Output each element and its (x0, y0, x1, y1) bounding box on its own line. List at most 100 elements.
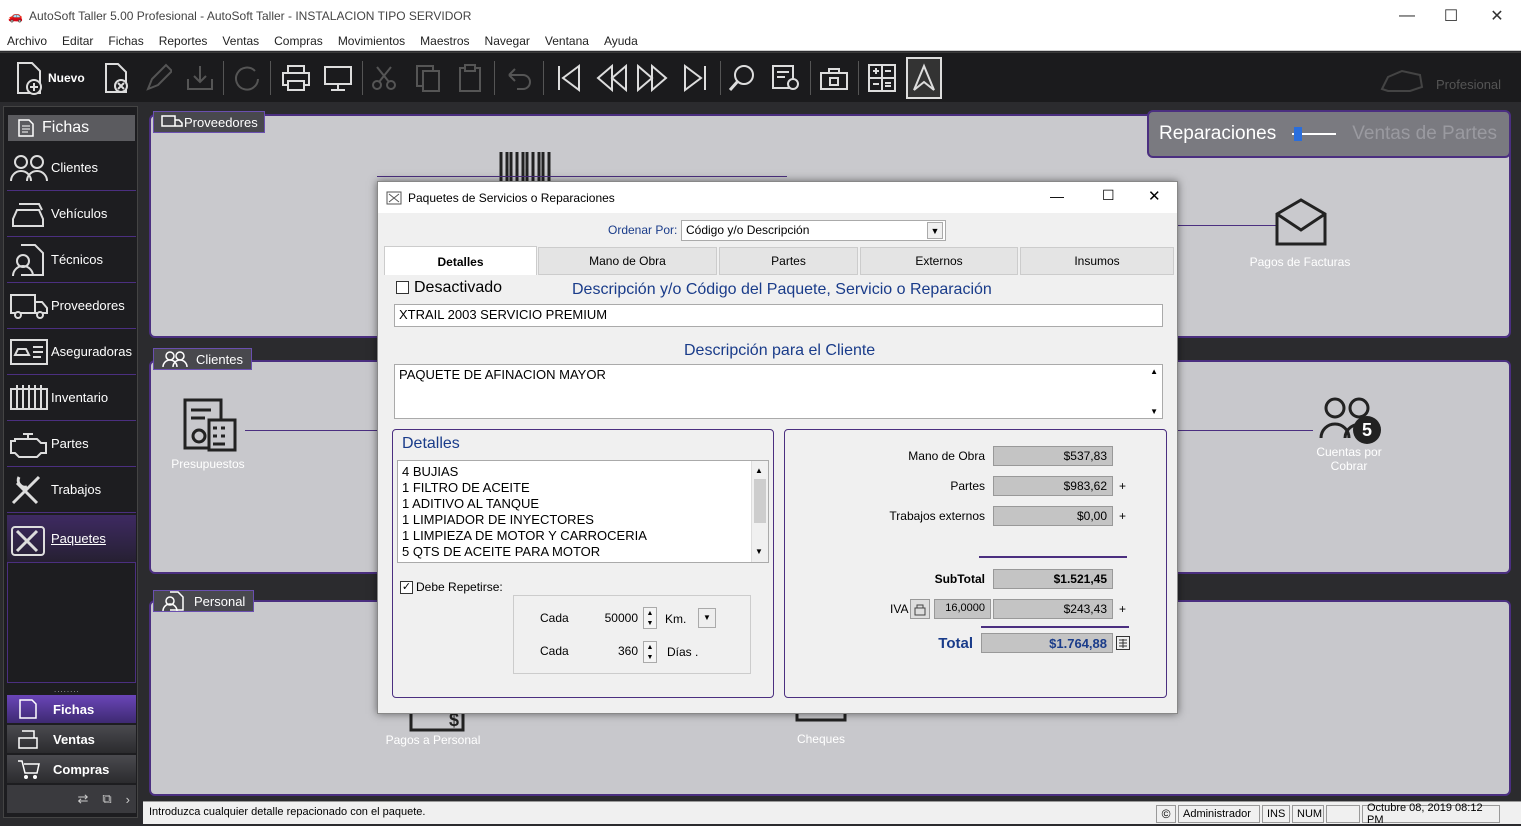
sidebar-item-inventario[interactable]: Inventario (7, 375, 136, 421)
sidebar-item-trabajos[interactable]: Trabajos (7, 467, 136, 513)
delete-doc-icon (105, 63, 128, 93)
tab-clientes[interactable]: Clientes (153, 348, 252, 370)
scroll-down-icon[interactable]: ▼ (1150, 407, 1158, 416)
scroll-down-icon[interactable]: ▼ (755, 544, 763, 560)
calculator-icon[interactable] (1116, 636, 1130, 650)
details-scrollbar[interactable]: ▲ ▼ (751, 461, 768, 562)
tab-proveedores[interactable]: Proveedores (153, 111, 265, 133)
sidebar-section-label: Ventas (53, 731, 95, 747)
iva-lock-button[interactable] (910, 599, 930, 619)
menu-ayuda[interactable]: Ayuda (597, 34, 646, 48)
scroll-thumb[interactable] (754, 479, 766, 523)
iva-rate[interactable]: 16,0000 (934, 599, 991, 619)
order-select[interactable]: Código y/o Descripción ▼ (681, 220, 946, 241)
first-record-button[interactable] (550, 57, 586, 99)
chevron-down-icon[interactable]: ▼ (927, 222, 943, 239)
sidebar-splitter[interactable]: ........ (54, 685, 80, 694)
next-record-button[interactable] (634, 57, 670, 99)
sidebar-section-ventas[interactable]: Ventas (7, 725, 136, 753)
tab-externos[interactable]: Externos (860, 247, 1018, 275)
tab-insumos[interactable]: Insumos (1020, 247, 1174, 275)
cuentas-cobrar-label[interactable]: Cuentas por Cobrar (1299, 445, 1399, 473)
client-desc-textarea[interactable]: PAQUETE DE AFINACION MAYOR ▲ ▼ (394, 364, 1163, 419)
days-value[interactable]: 360 (602, 644, 638, 658)
sidebar-section-fichas[interactable]: Fichas (7, 695, 136, 723)
menu-archivo[interactable]: Archivo (0, 34, 55, 48)
presupuestos-label[interactable]: Presupuestos (161, 457, 255, 471)
flow-line (1178, 430, 1313, 431)
undo-button[interactable] (500, 57, 536, 99)
menu-ventana[interactable]: Ventana (538, 34, 597, 48)
cuentas-cobrar-icon[interactable]: 5 (1319, 396, 1385, 448)
pagos-personal-label[interactable]: Pagos a Personal (373, 733, 493, 747)
navigate-button[interactable] (906, 57, 942, 99)
refresh-button[interactable] (228, 57, 264, 99)
mode-slider[interactable] (1292, 127, 1337, 141)
unit-dropdown-icon[interactable]: ▼ (698, 608, 716, 628)
pagos-facturas-label[interactable]: Pagos de Facturas (1240, 255, 1360, 269)
svg-text:5: 5 (1362, 420, 1372, 440)
sidebar-item-paquetes[interactable]: Paquetes (7, 515, 136, 563)
repeat-checkbox[interactable]: ✓ (400, 581, 413, 594)
cut-button[interactable] (366, 57, 402, 99)
previous-record-button[interactable] (594, 57, 630, 99)
preview-button[interactable] (320, 57, 356, 99)
sidebar-item-vehiculos[interactable]: Vehículos (7, 191, 136, 237)
cheques-label[interactable]: Cheques (771, 732, 871, 746)
calculator-icon (868, 64, 896, 92)
sidebar-item-tecnicos[interactable]: Técnicos (7, 237, 136, 283)
mode-ventas-partes[interactable]: Ventas de Partes (1352, 123, 1497, 145)
days-stepper[interactable]: ▲ ▼ (643, 641, 657, 663)
lock-button[interactable] (816, 57, 852, 99)
details-textarea[interactable]: 4 BUJIAS 1 FILTRO DE ACEITE 1 ADITIVO AL… (397, 460, 769, 563)
dialog-close-button[interactable]: ✕ (1148, 187, 1161, 205)
save-button[interactable] (182, 57, 218, 99)
new-button[interactable]: Nuevo (14, 57, 94, 99)
swap-icon[interactable]: ⇄ (77, 791, 88, 807)
km-stepper[interactable]: ▲ ▼ (643, 607, 657, 629)
menu-movimientos[interactable]: Movimientos (331, 34, 413, 48)
tab-detalles[interactable]: Detalles (384, 246, 537, 276)
km-value[interactable]: 50000 (602, 611, 638, 625)
pagos-facturas-icon[interactable] (1273, 196, 1329, 248)
sidebar-section-compras[interactable]: Compras (7, 755, 136, 783)
windows-icon[interactable]: ⧉ (102, 791, 111, 807)
scroll-up-icon[interactable]: ▲ (755, 463, 763, 479)
tab-personal[interactable]: Personal (153, 590, 255, 612)
desc-input[interactable]: XTRAIL 2003 SERVICIO PREMIUM (394, 304, 1163, 327)
calculator-button[interactable] (864, 57, 900, 99)
paste-button[interactable] (452, 57, 488, 99)
sidebar-item-proveedores[interactable]: Proveedores (7, 283, 136, 329)
mode-switch[interactable]: Reparaciones Ventas de Partes (1147, 110, 1511, 158)
menu-fichas[interactable]: Fichas (101, 34, 151, 48)
mode-reparaciones[interactable]: Reparaciones (1159, 123, 1276, 145)
menu-maestros[interactable]: Maestros (413, 34, 477, 48)
dialog-maximize-button[interactable]: ☐ (1102, 187, 1115, 204)
edit-button[interactable] (140, 57, 176, 99)
delete-button[interactable] (98, 57, 134, 99)
menu-editar[interactable]: Editar (55, 34, 101, 48)
menu-navegar[interactable]: Navegar (478, 34, 538, 48)
copy-button[interactable] (410, 57, 446, 99)
sidebar-item-clientes[interactable]: Clientes (7, 145, 136, 191)
menu-reportes[interactable]: Reportes (152, 34, 216, 48)
chevron-down-icon[interactable]: › (126, 792, 130, 807)
tab-mano-obra[interactable]: Mano de Obra (538, 247, 717, 275)
sidebar-item-partes[interactable]: Partes (7, 421, 136, 467)
menu-compras[interactable]: Compras (267, 34, 331, 48)
last-record-button[interactable] (678, 57, 714, 99)
print-button[interactable] (278, 57, 314, 99)
presupuestos-icon[interactable] (181, 394, 241, 456)
search-button[interactable] (724, 57, 760, 99)
desactivado-checkbox[interactable] (396, 281, 409, 294)
tab-label: Partes (771, 254, 806, 268)
dialog-minimize-button[interactable]: — (1050, 188, 1064, 204)
maximize-button[interactable]: ☐ (1428, 0, 1474, 31)
menu-ventas[interactable]: Ventas (215, 34, 267, 48)
sidebar-item-aseguradoras[interactable]: Aseguradoras (7, 329, 136, 375)
search-list-button[interactable] (768, 57, 804, 99)
minimize-button[interactable]: — (1384, 0, 1430, 31)
close-button[interactable]: ✕ (1474, 0, 1520, 31)
scroll-up-icon[interactable]: ▲ (1150, 367, 1158, 376)
tab-partes[interactable]: Partes (719, 247, 858, 275)
